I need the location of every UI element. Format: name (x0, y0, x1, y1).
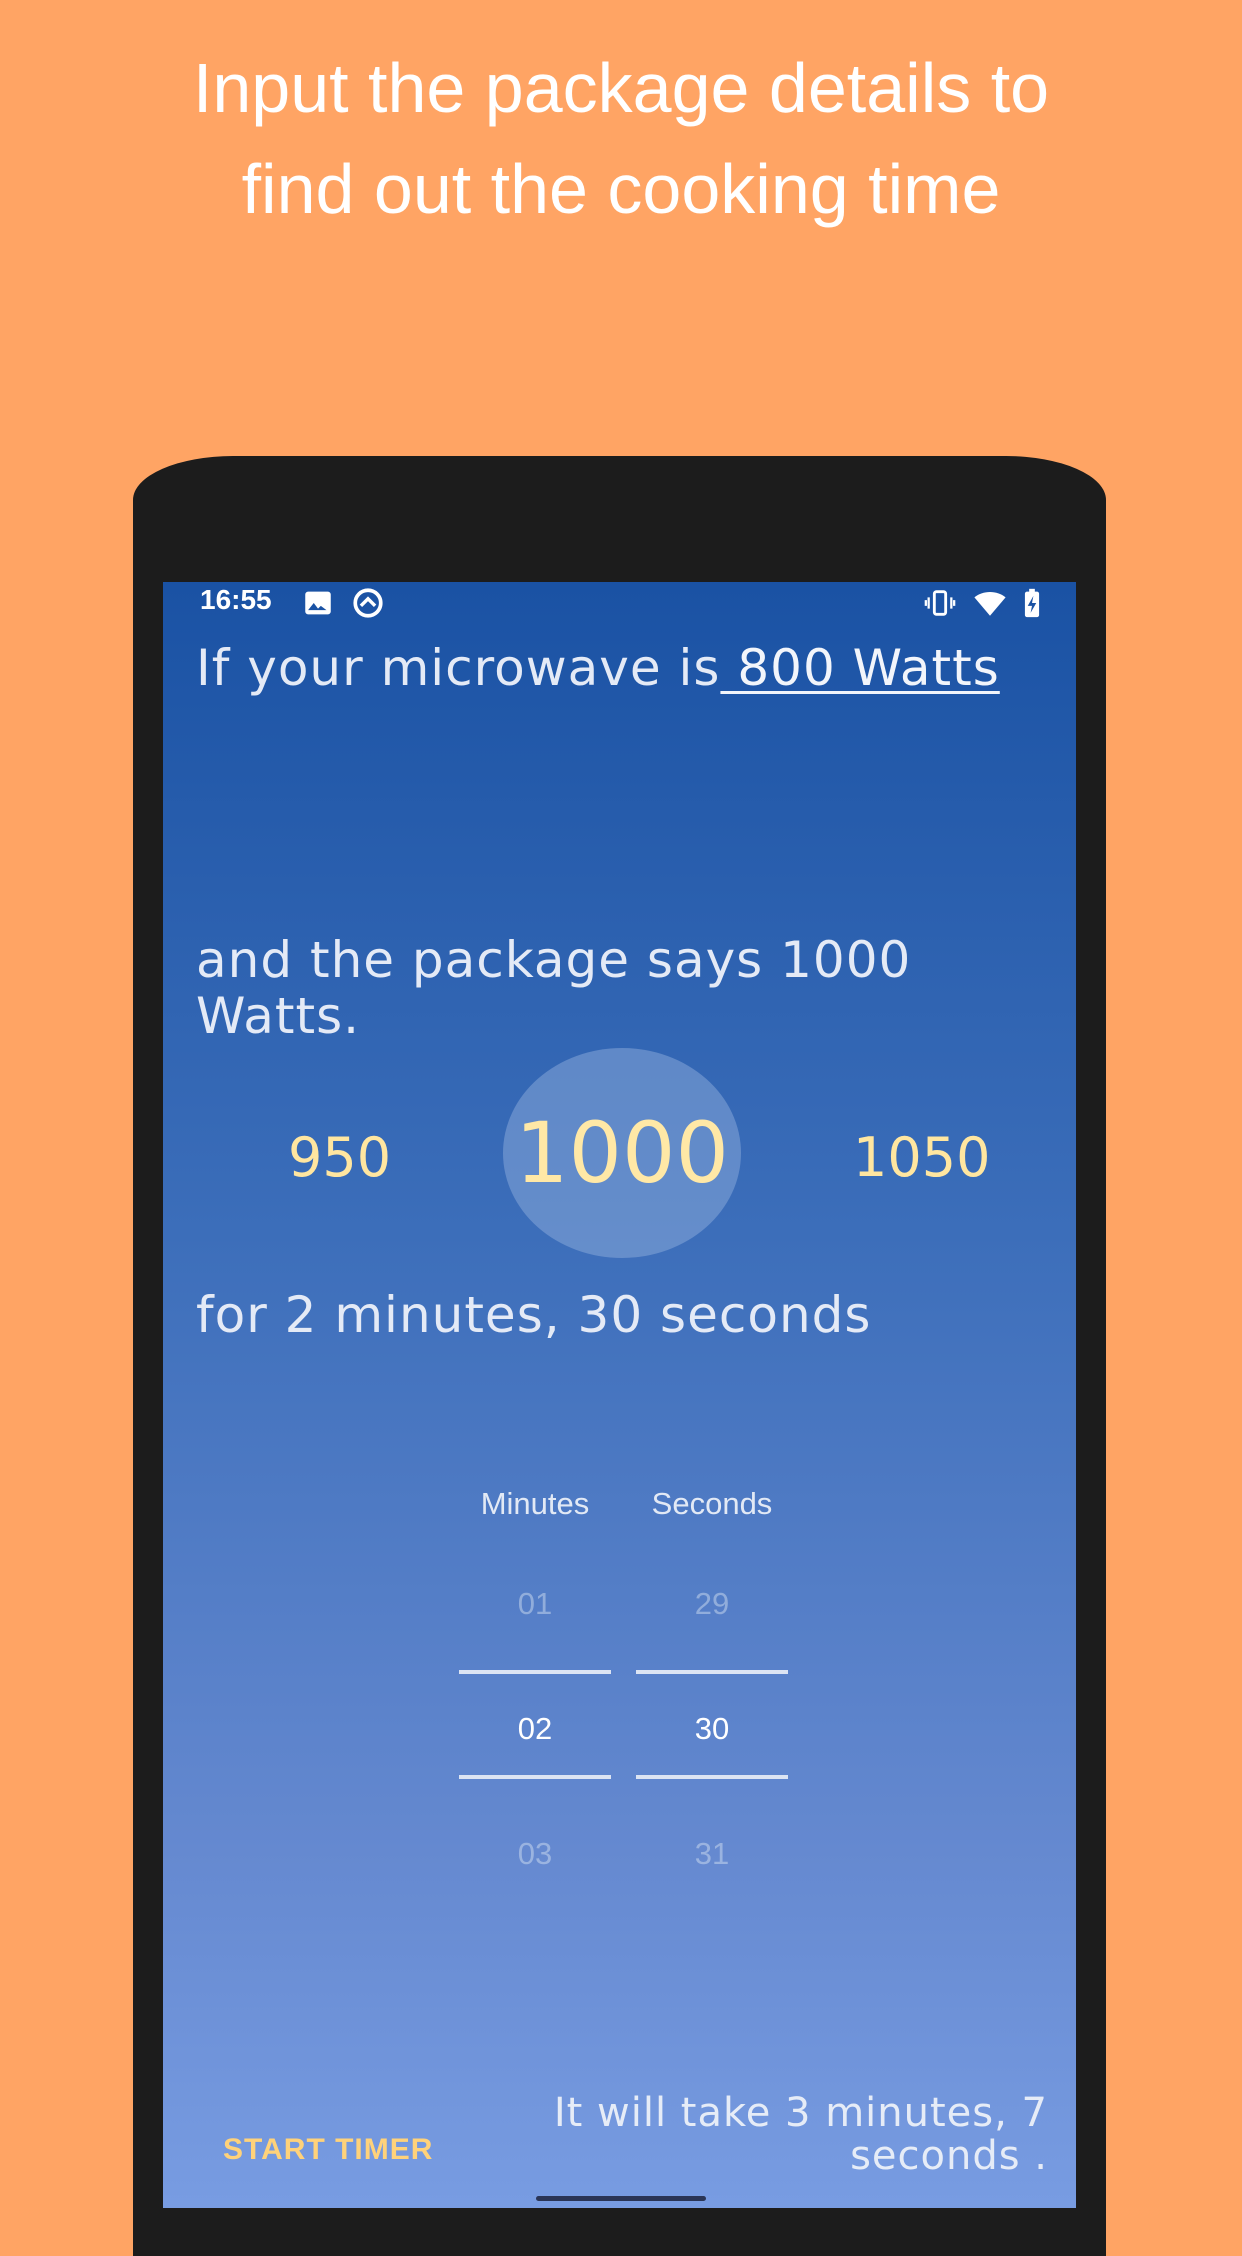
package-power-statement: and the package says 1000 Watts. (196, 931, 912, 1045)
seconds-label: Seconds (651, 1486, 773, 1521)
home-indicator[interactable] (536, 2196, 706, 2201)
minutes-divider-top (459, 1670, 611, 1674)
vibrate-icon (923, 586, 957, 620)
seconds-divider-top (636, 1670, 788, 1674)
seconds-next[interactable]: 31 (636, 1836, 788, 1872)
microwave-prefix: If your microwave is (196, 639, 721, 697)
image-icon (301, 586, 335, 620)
watt-option-prev[interactable]: 950 (288, 1126, 391, 1189)
status-time: 16:55 (200, 584, 272, 615)
seconds-divider-bottom (636, 1775, 788, 1779)
status-bar: 16:55 (163, 582, 1076, 624)
microwave-watts-link[interactable]: 800 Watts (720, 639, 999, 697)
data-saver-icon (351, 586, 385, 620)
microwave-power-statement: If your microwave is 800 Watts (196, 634, 1026, 702)
seconds-prev[interactable]: 29 (636, 1586, 788, 1622)
watt-option-selected[interactable]: 1000 (503, 1048, 741, 1258)
start-timer-button[interactable]: START TIMER (223, 2133, 433, 2167)
minutes-divider-bottom (459, 1775, 611, 1779)
wifi-icon (973, 586, 1007, 620)
battery-charging-icon (1015, 586, 1049, 620)
minutes-current[interactable]: 02 (459, 1711, 611, 1747)
minutes-prev[interactable]: 01 (459, 1586, 611, 1622)
app-screen: 16:55 If your microwave is 800 Watts and… (163, 582, 1076, 2208)
cooking-time-result: It will take 3 minutes, 7 seconds . (553, 2090, 1048, 2179)
watt-option-next[interactable]: 1050 (853, 1126, 990, 1189)
minutes-label: Minutes (480, 1486, 590, 1521)
duration-statement: for 2 minutes, 30 seconds (196, 1286, 872, 1344)
minutes-next[interactable]: 03 (459, 1836, 611, 1872)
promo-heading: Input the package details to find out th… (192, 49, 1050, 228)
seconds-current[interactable]: 30 (636, 1711, 788, 1747)
